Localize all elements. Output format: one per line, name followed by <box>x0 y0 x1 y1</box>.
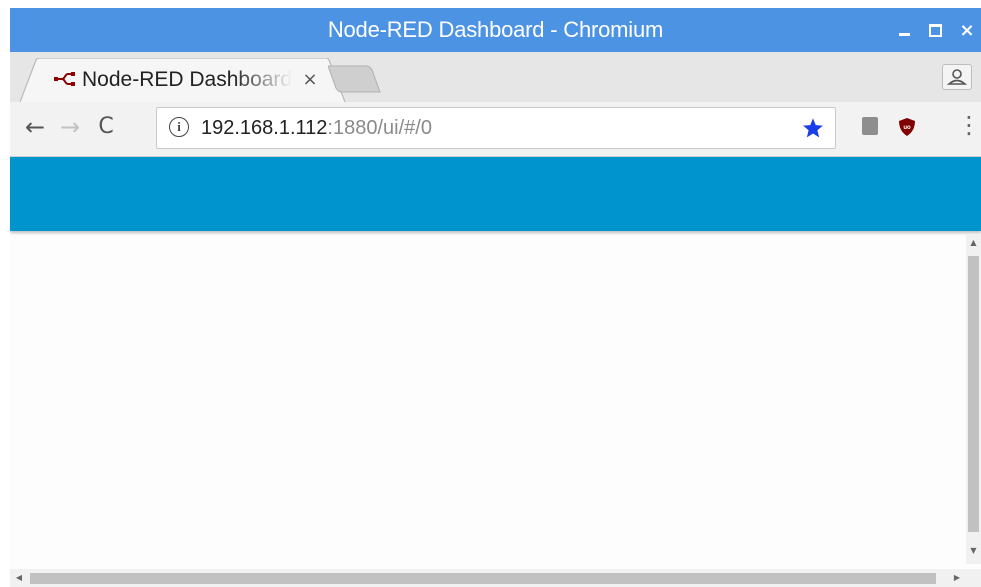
vertical-scrollbar[interactable]: ▲ ▼ <box>966 234 981 564</box>
minimize-button[interactable] <box>887 8 921 52</box>
close-tab-button[interactable]: × <box>298 67 322 93</box>
browser-toolbar: ← → C i 192.168.1.112:1880/ui/#/0 uo ⋮ <box>10 102 981 157</box>
scroll-down-icon[interactable]: ▼ <box>966 544 981 558</box>
vertical-scroll-thumb[interactable] <box>968 256 979 532</box>
svg-text:uo: uo <box>903 125 911 131</box>
tab-title: Node-RED Dashboard <box>82 68 292 91</box>
back-button[interactable]: ← <box>20 112 50 142</box>
scroll-right-icon[interactable]: ▶ <box>950 569 964 587</box>
page-viewport: ▲ ▼ ◀ ▶ <box>10 157 981 587</box>
scrollbar-corner <box>966 569 981 587</box>
maximize-button[interactable] <box>918 8 952 52</box>
browser-window: Node-RED Dashboard - Chromium × Node-RED… <box>10 8 981 587</box>
minimize-icon <box>898 32 910 36</box>
reload-button[interactable]: C <box>91 112 121 142</box>
new-tab-button[interactable] <box>328 64 382 94</box>
address-bar[interactable]: i 192.168.1.112:1880/ui/#/0 <box>156 107 836 149</box>
person-icon <box>946 69 968 85</box>
horizontal-scrollbar[interactable]: ◀ ▶ <box>10 569 966 587</box>
extension-icon[interactable] <box>862 117 878 135</box>
tab-strip: Node-RED Dashboard × <box>10 52 981 102</box>
maximize-icon <box>928 23 942 37</box>
url-host: 192.168.1.112 <box>201 117 328 139</box>
title-bar[interactable]: Node-RED Dashboard - Chromium × <box>10 8 981 52</box>
scroll-up-icon[interactable]: ▲ <box>966 236 981 250</box>
url-path: :1880/ui/#/0 <box>327 117 432 139</box>
node-red-icon <box>54 72 75 86</box>
close-window-button[interactable]: × <box>950 8 981 52</box>
profile-button[interactable] <box>942 64 972 90</box>
window-title: Node-RED Dashboard - Chromium <box>327 17 664 42</box>
forward-button[interactable]: → <box>55 112 85 142</box>
ublock-origin-icon[interactable]: uo <box>898 117 916 137</box>
horizontal-scroll-thumb[interactable] <box>30 573 936 584</box>
url-text[interactable]: 192.168.1.112:1880/ui/#/0 <box>201 108 432 148</box>
dashboard-header <box>10 157 981 231</box>
star-icon[interactable] <box>802 117 824 139</box>
tab-node-red-dashboard[interactable]: Node-RED Dashboard × <box>20 58 350 102</box>
info-icon[interactable]: i <box>169 117 189 137</box>
menu-button[interactable]: ⋮ <box>957 113 981 137</box>
scroll-left-icon[interactable]: ◀ <box>12 569 26 587</box>
